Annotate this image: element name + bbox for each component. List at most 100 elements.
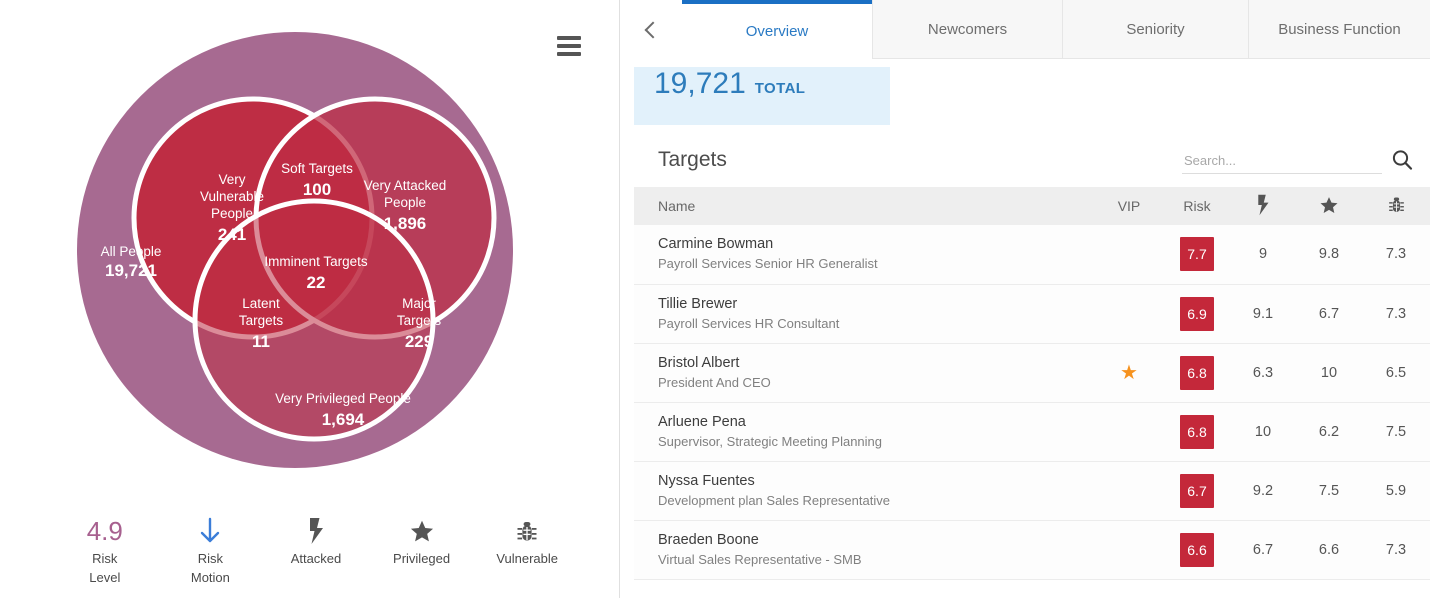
svg-text:Imminent Targets: Imminent Targets: [264, 254, 368, 269]
table-row[interactable]: Carmine Bowman Payroll Services Senior HR…: [634, 225, 1430, 284]
column-header-vip[interactable]: VIP: [1094, 187, 1164, 225]
svg-text:Targets: Targets: [397, 313, 442, 328]
metric-label-line2: Motion: [190, 570, 230, 586]
total-label: TOTAL: [754, 80, 806, 97]
risk-badge: 7.7: [1180, 237, 1214, 272]
column-header-name[interactable]: Name: [634, 187, 1094, 225]
tab-label: Newcomers: [927, 20, 1008, 38]
cell-privileged: 7.5: [1318, 482, 1340, 499]
cell-name: Tillie Brewer Payroll Services HR Consult…: [634, 284, 1094, 343]
cell-risk: 6.6: [1164, 520, 1230, 579]
venn-diagram[interactable]: All People 19,721 Very Vulnerable People…: [0, 18, 620, 496]
table-row[interactable]: Bristol Albert President And CEO ★ 6.8 6.3 10…: [634, 343, 1430, 402]
risk-level-value: 4.9: [86, 516, 123, 547]
cell-vip: [1094, 461, 1164, 520]
cell-name: Bristol Albert President And CEO: [634, 343, 1094, 402]
star-icon: [369, 514, 475, 548]
metric-label: Risk Motion: [158, 550, 264, 588]
cell-attacked: 6.7: [1252, 541, 1274, 558]
svg-text:19,721: 19,721: [105, 261, 157, 280]
cell-name: Carmine Bowman Payroll Services Senior HR…: [634, 225, 1094, 284]
tab-overview[interactable]: Overview: [682, 0, 872, 59]
venn-label-all-people: All People 19,721: [101, 244, 162, 280]
table-header: Name VIP Risk: [634, 187, 1430, 225]
risk-badge: 6.7: [1180, 473, 1214, 508]
metric-label-line1: Risk: [197, 551, 224, 567]
star-icon-svg: [410, 521, 433, 542]
cell-vulnerable: 7.5: [1385, 423, 1407, 440]
application-root: All People 19,721 Very Vulnerable People…: [0, 0, 1430, 598]
targets-table: Name VIP Risk Carmine Bowman Payroll Ser…: [634, 187, 1430, 580]
magnifier-icon[interactable]: [1382, 146, 1422, 174]
table-row[interactable]: Nyssa Fuentes Development plan Sales Repr…: [634, 461, 1430, 520]
metric-label: Vulnerable: [474, 550, 580, 569]
person-name: Bristol Albert: [658, 354, 740, 371]
cell-name: Arluene Pena Supervisor, Strategic Meetin…: [634, 402, 1094, 461]
lightning-bolt-icon: [1258, 194, 1269, 215]
person-title: Virtual Sales Representative - SMB: [658, 551, 862, 567]
person-name: Nyssa Fuentes: [658, 472, 755, 489]
bug-icon: [1388, 197, 1404, 212]
metric-privileged[interactable]: Privileged: [369, 514, 475, 569]
table-row[interactable]: Arluene Pena Supervisor, Strategic Meetin…: [634, 402, 1430, 461]
lightning-bolt-icon-svg: [309, 518, 323, 545]
table-row[interactable]: Tillie Brewer Payroll Services HR Consult…: [634, 284, 1430, 343]
venn-diagram-svg[interactable]: All People 19,721 Very Vulnerable People…: [75, 18, 545, 496]
search-input[interactable]: [1182, 151, 1382, 174]
metric-vulnerable[interactable]: Vulnerable: [474, 514, 580, 569]
metric-risk-level[interactable]: 4.9 Risk Level: [52, 514, 158, 588]
table-row[interactable]: Braeden Boone Virtual Sales Representativ…: [634, 520, 1430, 579]
tab-label: Seniority: [1126, 20, 1185, 38]
person-name: Carmine Bowman: [658, 236, 774, 253]
cell-vip: [1094, 284, 1164, 343]
metric-label-line2: Level: [89, 570, 121, 586]
column-header-attacked[interactable]: [1230, 187, 1296, 225]
venn-diagram-panel: All People 19,721 Very Vulnerable People…: [0, 0, 620, 598]
cell-vulnerable: 7.3: [1385, 305, 1407, 322]
svg-text:Major: Major: [402, 296, 436, 311]
total-badge: 19,721 TOTAL: [634, 67, 890, 125]
person-name: Braeden Boone: [658, 531, 759, 548]
chevron-left-icon[interactable]: [620, 0, 682, 59]
cell-vulnerable: 5.9: [1385, 482, 1407, 499]
metric-attacked[interactable]: Attacked: [263, 514, 369, 569]
metric-risk-motion[interactable]: Risk Motion: [158, 514, 264, 588]
svg-text:100: 100: [303, 180, 331, 199]
svg-text:Very Attacked: Very Attacked: [364, 178, 447, 193]
risk-level-value-wrap: 4.9: [52, 514, 158, 548]
person-name: Tillie Brewer: [658, 295, 738, 312]
bug-icon: [474, 514, 580, 548]
person-title: Development plan Sales Representative: [658, 492, 890, 508]
cell-vip: [1094, 402, 1164, 461]
column-header-risk[interactable]: Risk: [1164, 187, 1230, 225]
tab-business-function[interactable]: Business Function: [1248, 0, 1430, 59]
cell-risk: 6.8: [1164, 402, 1230, 461]
cell-vulnerable: 6.5: [1385, 364, 1407, 381]
svg-text:22: 22: [307, 273, 326, 292]
svg-text:1,896: 1,896: [384, 214, 427, 233]
cell-vulnerable: 7.3: [1385, 246, 1407, 263]
metric-label-line1: Risk: [92, 551, 118, 567]
metric-label: Privileged: [369, 550, 475, 569]
svg-text:Vulnerable: Vulnerable: [200, 189, 264, 204]
person-title: Supervisor, Strategic Meeting Planning: [658, 433, 883, 449]
tab-seniority[interactable]: Seniority: [1062, 0, 1248, 59]
down-arrow-icon: [158, 514, 264, 548]
column-header-privileged[interactable]: [1296, 187, 1362, 225]
vip-star-icon: ★: [1120, 361, 1138, 384]
cell-privileged: 6.6: [1318, 541, 1340, 558]
total-count: 19,721: [654, 67, 746, 100]
svg-text:11: 11: [252, 332, 270, 351]
metric-label-line1: Privileged: [393, 551, 451, 567]
svg-text:People: People: [384, 195, 426, 210]
metric-label-line1: Attacked: [290, 551, 342, 567]
cell-attacked: 10: [1254, 423, 1272, 440]
column-header-vulnerable[interactable]: [1362, 187, 1430, 225]
tab-newcomers[interactable]: Newcomers: [872, 0, 1062, 59]
svg-text:Very: Very: [218, 172, 245, 187]
svg-text:All People: All People: [101, 244, 162, 259]
cell-privileged: 6.7: [1318, 305, 1340, 322]
svg-text:People: People: [211, 206, 253, 221]
cell-vip: ★: [1094, 343, 1164, 402]
table-header-row: Name VIP Risk: [634, 187, 1430, 225]
